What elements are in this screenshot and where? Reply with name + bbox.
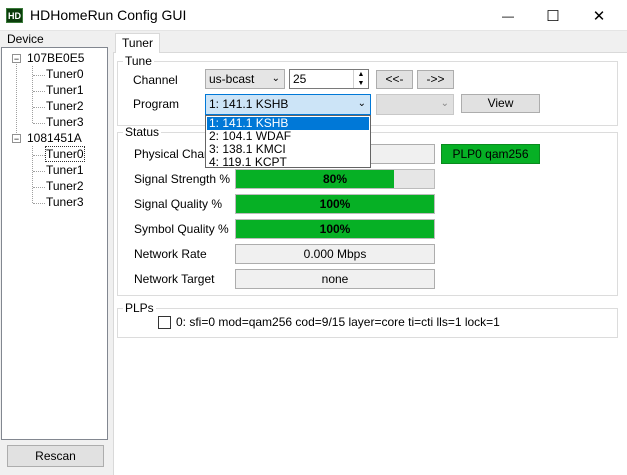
plp-checkbox[interactable]: [158, 316, 171, 329]
tree-tuner[interactable]: Tuner2: [46, 99, 84, 113]
tree-connector: [33, 75, 45, 76]
symbol-quality-label: Symbol Quality %: [134, 222, 229, 236]
tree-tuner[interactable]: Tuner3: [46, 195, 84, 209]
signal-strength-meter: 80%: [235, 169, 435, 189]
tree-connector: [33, 123, 45, 124]
rescan-button[interactable]: Rescan: [7, 445, 104, 467]
channel-number-input[interactable]: 25 ▲ ▼: [289, 69, 369, 89]
device-label: Device: [7, 32, 44, 46]
next-channel-button[interactable]: ->>: [417, 70, 454, 89]
minimize-button[interactable]: —: [485, 0, 531, 31]
plp-status-badge: PLP0 qam256: [441, 144, 540, 164]
maximize-button[interactable]: ☐: [530, 0, 576, 31]
signal-strength-label: Signal Strength %: [134, 172, 231, 186]
network-rate-label: Network Rate: [134, 247, 207, 261]
tree-connector: [33, 187, 45, 188]
window-title: HDHomeRun Config GUI: [30, 7, 187, 23]
symbol-quality-text: 100%: [319, 222, 351, 236]
plps-legend: PLPs: [125, 301, 154, 315]
program-select[interactable]: 1: 141.1 KSHB ⌄: [205, 94, 371, 115]
close-button[interactable]: ✕: [576, 0, 622, 31]
title-bar: HD HDHomeRun Config GUI — ☐ ✕: [0, 0, 627, 31]
tree-tuner[interactable]: Tuner1: [46, 163, 84, 177]
channel-map-select[interactable]: us-bcast ⌄: [205, 69, 285, 89]
spin-up-icon[interactable]: ▲: [353, 70, 368, 79]
program-label: Program: [133, 97, 180, 111]
program-selected-value: 1: 141.1 KSHB: [209, 97, 289, 111]
channel-number-value: 25: [293, 72, 307, 86]
tree-connector: [33, 107, 45, 108]
program-option[interactable]: 4: 119.1 KCPT: [207, 156, 369, 169]
symbol-quality-meter: 100%: [235, 219, 435, 239]
channel-label: Channel: [133, 73, 178, 87]
expand-collapse-icon[interactable]: −: [12, 134, 21, 144]
signal-quality-label: Signal Quality %: [134, 197, 223, 211]
chevron-down-icon: ⌄: [357, 98, 366, 109]
signal-strength-text: 80%: [322, 172, 348, 186]
tree-connector: [33, 155, 45, 156]
plp-select-disabled[interactable]: ⌄: [376, 94, 454, 115]
physical-channel-value: [370, 144, 435, 164]
tree-connector: [33, 171, 45, 172]
tree-tuner[interactable]: Tuner2: [46, 179, 84, 193]
tree-tuner[interactable]: Tuner1: [46, 83, 84, 97]
network-target-label: Network Target: [134, 272, 215, 286]
tab-tuner[interactable]: Tuner: [115, 33, 160, 53]
spin-down-icon[interactable]: ▼: [353, 79, 368, 88]
plp-item-text: 0: sfi=0 mod=qam256 cod=9/15 layer=core …: [176, 315, 500, 329]
status-legend: Status: [125, 125, 160, 139]
tree-device[interactable]: 107BE0E5: [27, 51, 84, 65]
signal-quality-text: 100%: [319, 197, 351, 211]
tree-tuner[interactable]: Tuner3: [46, 115, 84, 129]
chevron-down-icon: ⌄: [440, 98, 449, 109]
minimize-icon: —: [502, 8, 514, 23]
tree-connector: [16, 62, 17, 141]
tree-connector: [33, 203, 45, 204]
tune-legend: Tune: [125, 54, 152, 68]
device-tree[interactable]: − 107BE0E5 Tuner0 Tuner1 Tuner2 Tuner3 −…: [1, 47, 108, 440]
prev-channel-button[interactable]: <<-: [376, 70, 413, 89]
chevron-down-icon: ⌄: [271, 73, 280, 84]
expand-collapse-icon[interactable]: −: [12, 54, 21, 64]
maximize-icon: ☐: [546, 7, 560, 25]
tree-device[interactable]: 1081451A: [27, 131, 82, 145]
tree-connector: [33, 91, 45, 92]
signal-quality-meter: 100%: [235, 194, 435, 214]
close-icon: ✕: [592, 7, 606, 25]
view-button[interactable]: View: [461, 94, 540, 113]
program-dropdown-list[interactable]: 1: 141.1 KSHB 2: 104.1 WDAF 3: 138.1 KMC…: [205, 115, 371, 169]
network-rate-value: 0.000 Mbps: [235, 244, 435, 264]
channel-map-value: us-bcast: [209, 72, 255, 86]
app-icon: HD: [6, 8, 23, 23]
network-target-value: none: [235, 269, 435, 289]
tree-tuner-selected[interactable]: Tuner0: [45, 146, 85, 162]
tree-tuner[interactable]: Tuner0: [46, 67, 84, 81]
